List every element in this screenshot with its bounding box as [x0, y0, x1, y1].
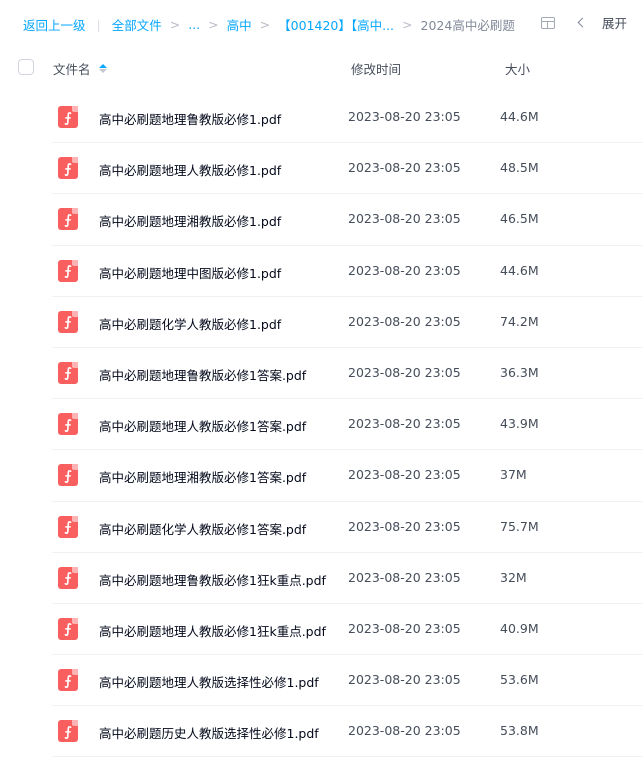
file-modified-time: 2023-08-20 23:05 — [348, 672, 461, 688]
file-row[interactable]: ⨍ 高中必刷题地理人教版必修1答案.pdf 2023-08-20 23:05 4… — [52, 399, 643, 451]
pdf-file-icon: ⨍ — [58, 106, 78, 128]
pdf-file-icon: ⨍ — [58, 515, 78, 538]
file-size: 46.5M — [500, 211, 539, 227]
file-row[interactable]: ⨍ 高中必刷题地理人教版选择性必修1.pdf 2023-08-20 23:05 … — [52, 655, 643, 707]
file-size: 74.2M — [500, 313, 539, 329]
pdf-file-icon: ⨍ — [58, 413, 78, 436]
file-row[interactable]: ⨍ 高中必刷题地理鲁教版必修1狂k重点.pdf 2023-08-20 23:05… — [52, 553, 643, 604]
file-size: 44.6M — [500, 262, 539, 278]
file-name[interactable]: 高中必刷题地理人教版必修1狂k重点.pdf — [99, 621, 326, 640]
file-size: 40.9M — [500, 620, 539, 636]
column-header-time[interactable]: 修改时间 — [351, 59, 401, 78]
file-row[interactable]: ⨍ 高中必刷题地理鲁教版必修1.pdf 2023-08-20 23:05 44.… — [52, 92, 643, 144]
file-size: 43.9M — [500, 416, 539, 432]
file-name[interactable]: 高中必刷题地理人教版必修1.pdf — [99, 160, 281, 179]
file-modified-time: 2023-08-20 23:05 — [348, 723, 461, 739]
breadcrumb-divider: | — [96, 17, 101, 32]
column-header-name-label: 文件名 — [53, 62, 91, 77]
breadcrumb-separator-icon: > — [169, 17, 181, 32]
chevron-left-icon[interactable] — [577, 17, 588, 28]
column-header-size[interactable]: 大小 — [505, 59, 530, 78]
select-all-checkbox[interactable] — [18, 59, 34, 75]
breadcrumb-all-files[interactable]: 全部文件 — [112, 15, 162, 34]
expand-button[interactable]: 展开 — [602, 13, 627, 32]
pdf-file-icon: ⨍ — [58, 464, 78, 487]
file-row[interactable]: ⨍ 高中必刷题地理湘教版必修1.pdf 2023-08-20 23:05 46.… — [52, 194, 643, 246]
file-modified-time: 2023-08-20 23:05 — [348, 518, 461, 534]
breadcrumb-current: 2024高中必刷题 — [420, 18, 515, 33]
pdf-file-icon: ⨍ — [58, 208, 78, 231]
file-list: ⨍ 高中必刷题地理鲁教版必修1.pdf 2023-08-20 23:05 44.… — [0, 92, 643, 758]
file-size: 44.6M — [500, 109, 539, 124]
list-header: 文件名 修改时间 大小 — [0, 46, 643, 88]
pdf-file-icon: ⨍ — [58, 157, 78, 180]
top-bar: 返回上一级 | 全部文件 > ... > 高中 > 【001420】【高中...… — [0, 0, 643, 46]
file-modified-time: 2023-08-20 23:05 — [348, 364, 461, 380]
file-size: 32M — [500, 569, 527, 585]
pdf-file-icon: ⨍ — [58, 361, 78, 384]
pdf-file-icon: ⨍ — [58, 617, 78, 640]
file-modified-time: 2023-08-20 23:05 — [348, 416, 461, 432]
file-size: 53.8M — [500, 723, 539, 739]
pdf-file-icon: ⨍ — [58, 310, 78, 333]
file-row[interactable]: ⨍ 高中必刷题地理人教版必修1.pdf 2023-08-20 23:05 48.… — [52, 143, 643, 195]
file-size: 75.7M — [500, 518, 539, 534]
file-row[interactable]: ⨍ 高中必刷题地理鲁教版必修1答案.pdf 2023-08-20 23:05 3… — [52, 348, 643, 400]
file-size: 36.3M — [500, 364, 539, 380]
back-link[interactable]: 返回上一级 — [23, 15, 86, 34]
breadcrumb-separator-icon: > — [208, 17, 219, 32]
file-modified-time: 2023-08-20 23:05 — [348, 109, 461, 124]
breadcrumb-level1[interactable]: 高中 — [227, 15, 252, 34]
file-row[interactable]: ⨍ 高中必刷题化学人教版必修1.pdf 2023-08-20 23:05 74.… — [52, 297, 643, 348]
file-modified-time: 2023-08-20 23:05 — [348, 467, 461, 483]
grid-view-icon[interactable] — [540, 16, 555, 29]
breadcrumb-separator-icon: > — [259, 17, 271, 32]
file-size: 37M — [500, 467, 527, 483]
file-modified-time: 2023-08-20 23:05 — [348, 211, 461, 227]
file-name[interactable]: 高中必刷题地理湘教版必修1答案.pdf — [99, 467, 306, 486]
file-modified-time: 2023-08-20 23:05 — [348, 262, 461, 278]
file-name[interactable]: 高中必刷题地理鲁教版必修1答案.pdf — [99, 365, 306, 384]
breadcrumb-level2[interactable]: 【001420】【高中... — [278, 15, 394, 34]
file-name[interactable]: 高中必刷题地理鲁教版必修1狂k重点.pdf — [99, 570, 326, 589]
file-row[interactable]: ⨍ 高中必刷题地理人教版必修1狂k重点.pdf 2023-08-20 23:05… — [52, 604, 643, 656]
pdf-file-icon: ⨍ — [58, 669, 78, 692]
file-modified-time: 2023-08-20 23:05 — [348, 569, 461, 585]
file-name[interactable]: 高中必刷题历史人教版选择性必修1.pdf — [99, 723, 319, 742]
breadcrumb: 返回上一级 | 全部文件 > ... > 高中 > 【001420】【高中...… — [23, 15, 515, 34]
breadcrumb-ellipsis[interactable]: ... — [188, 17, 200, 32]
file-size: 53.6M — [500, 672, 539, 688]
file-name[interactable]: 高中必刷题地理人教版必修1答案.pdf — [99, 416, 306, 435]
file-modified-time: 2023-08-20 23:05 — [348, 160, 461, 176]
file-name[interactable]: 高中必刷题地理人教版选择性必修1.pdf — [99, 672, 319, 691]
pdf-file-icon: ⨍ — [58, 720, 78, 743]
file-name[interactable]: 高中必刷题化学人教版必修1.pdf — [99, 314, 281, 333]
file-modified-time: 2023-08-20 23:05 — [348, 620, 461, 636]
file-name[interactable]: 高中必刷题化学人教版必修1答案.pdf — [99, 519, 306, 538]
file-name[interactable]: 高中必刷题地理中图版必修1.pdf — [99, 263, 281, 282]
pdf-file-icon: ⨍ — [58, 259, 78, 282]
file-row[interactable]: ⨍ 高中必刷题地理湘教版必修1答案.pdf 2023-08-20 23:05 3… — [52, 450, 643, 502]
file-size: 48.5M — [500, 160, 539, 176]
file-modified-time: 2023-08-20 23:05 — [348, 313, 461, 329]
column-header-name[interactable]: 文件名 — [53, 59, 107, 78]
toolbar-right: 展开 — [540, 13, 627, 32]
pdf-file-icon: ⨍ — [58, 566, 78, 589]
file-row[interactable]: ⨍ 高中必刷题地理中图版必修1.pdf 2023-08-20 23:05 44.… — [52, 246, 643, 297]
file-row[interactable]: ⨍ 高中必刷题历史人教版选择性必修1.pdf 2023-08-20 23:05 … — [52, 706, 643, 758]
file-row[interactable]: ⨍ 高中必刷题化学人教版必修1答案.pdf 2023-08-20 23:05 7… — [52, 502, 643, 553]
file-name[interactable]: 高中必刷题地理鲁教版必修1.pdf — [99, 109, 281, 128]
file-name[interactable]: 高中必刷题地理湘教版必修1.pdf — [99, 211, 281, 230]
sort-icon[interactable] — [98, 64, 107, 73]
breadcrumb-separator-icon: > — [402, 17, 413, 32]
